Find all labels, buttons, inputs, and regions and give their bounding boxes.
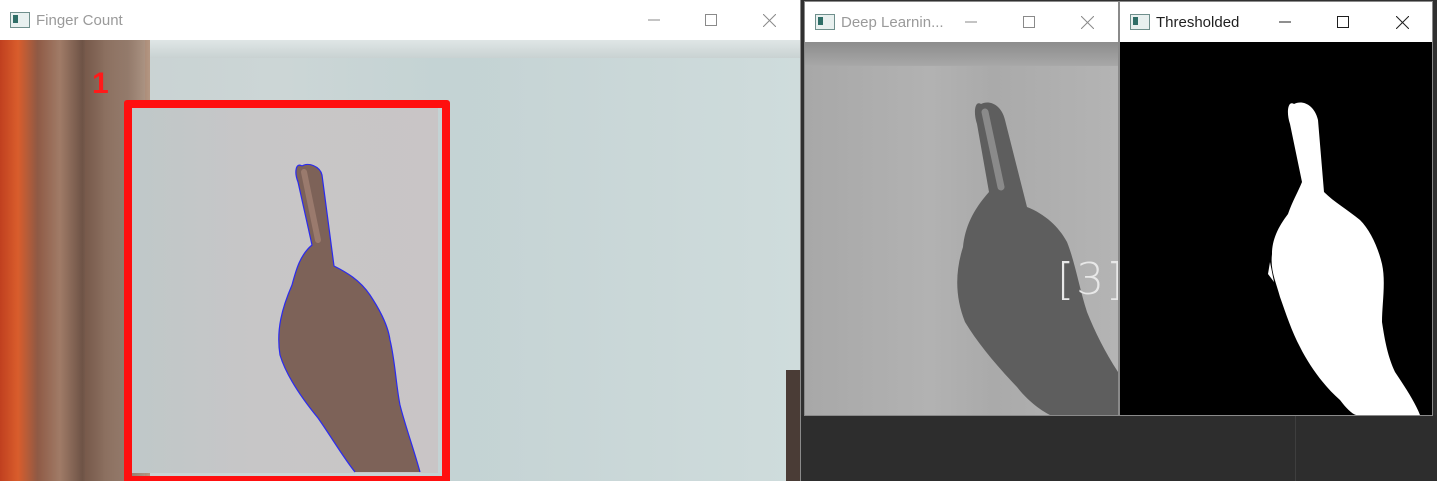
close-icon <box>1080 15 1094 29</box>
close-button[interactable] <box>1067 8 1107 36</box>
close-icon <box>1395 15 1409 29</box>
finger-count-window[interactable]: Finger Count 1 <box>0 0 800 481</box>
finger-count-titlebar[interactable]: Finger Count <box>0 0 800 40</box>
maximize-icon <box>705 14 717 26</box>
desktop-divider <box>1295 415 1296 481</box>
close-button[interactable] <box>749 6 789 34</box>
minimize-icon <box>1279 21 1291 23</box>
app-icon <box>815 14 835 30</box>
maximize-button[interactable] <box>691 6 731 34</box>
roi-box <box>124 100 450 481</box>
dark-object <box>786 370 800 481</box>
minimize-button[interactable] <box>951 8 991 36</box>
minimize-button[interactable] <box>634 6 674 34</box>
close-icon <box>762 13 776 27</box>
grayscale-feed: [3] <box>805 42 1118 415</box>
app-icon <box>10 12 30 28</box>
minimize-icon <box>965 21 977 23</box>
desktop: Finger Count 1 Deep Learnin... [3 Thresh… <box>0 0 1437 481</box>
finger-count-label: 1 <box>92 67 109 100</box>
deep-learning-titlebar[interactable]: Deep Learnin... <box>805 2 1118 42</box>
hand-mask <box>1271 102 1420 415</box>
minimize-button[interactable] <box>1265 8 1305 36</box>
hand-image <box>957 102 1118 415</box>
camera-feed: 1 <box>0 40 800 481</box>
maximize-icon <box>1023 16 1035 28</box>
window-title: Deep Learnin... <box>841 14 944 31</box>
threshold-feed <box>1120 42 1432 415</box>
close-button[interactable] <box>1382 8 1422 36</box>
minimize-icon <box>648 19 660 21</box>
deep-learning-window[interactable]: Deep Learnin... [3] <box>805 2 1118 415</box>
thresholded-titlebar[interactable]: Thresholded <box>1120 2 1432 42</box>
app-icon <box>1130 14 1150 30</box>
desktop-background <box>800 415 1437 481</box>
maximize-button[interactable] <box>1009 8 1049 36</box>
thresholded-window[interactable]: Thresholded <box>1120 2 1432 415</box>
window-title: Thresholded <box>1156 14 1240 31</box>
maximize-icon <box>1337 16 1349 28</box>
window-title: Finger Count <box>36 12 123 29</box>
prediction-label: [3] <box>1057 254 1118 305</box>
threshold-mask <box>1268 102 1420 415</box>
maximize-button[interactable] <box>1323 8 1363 36</box>
